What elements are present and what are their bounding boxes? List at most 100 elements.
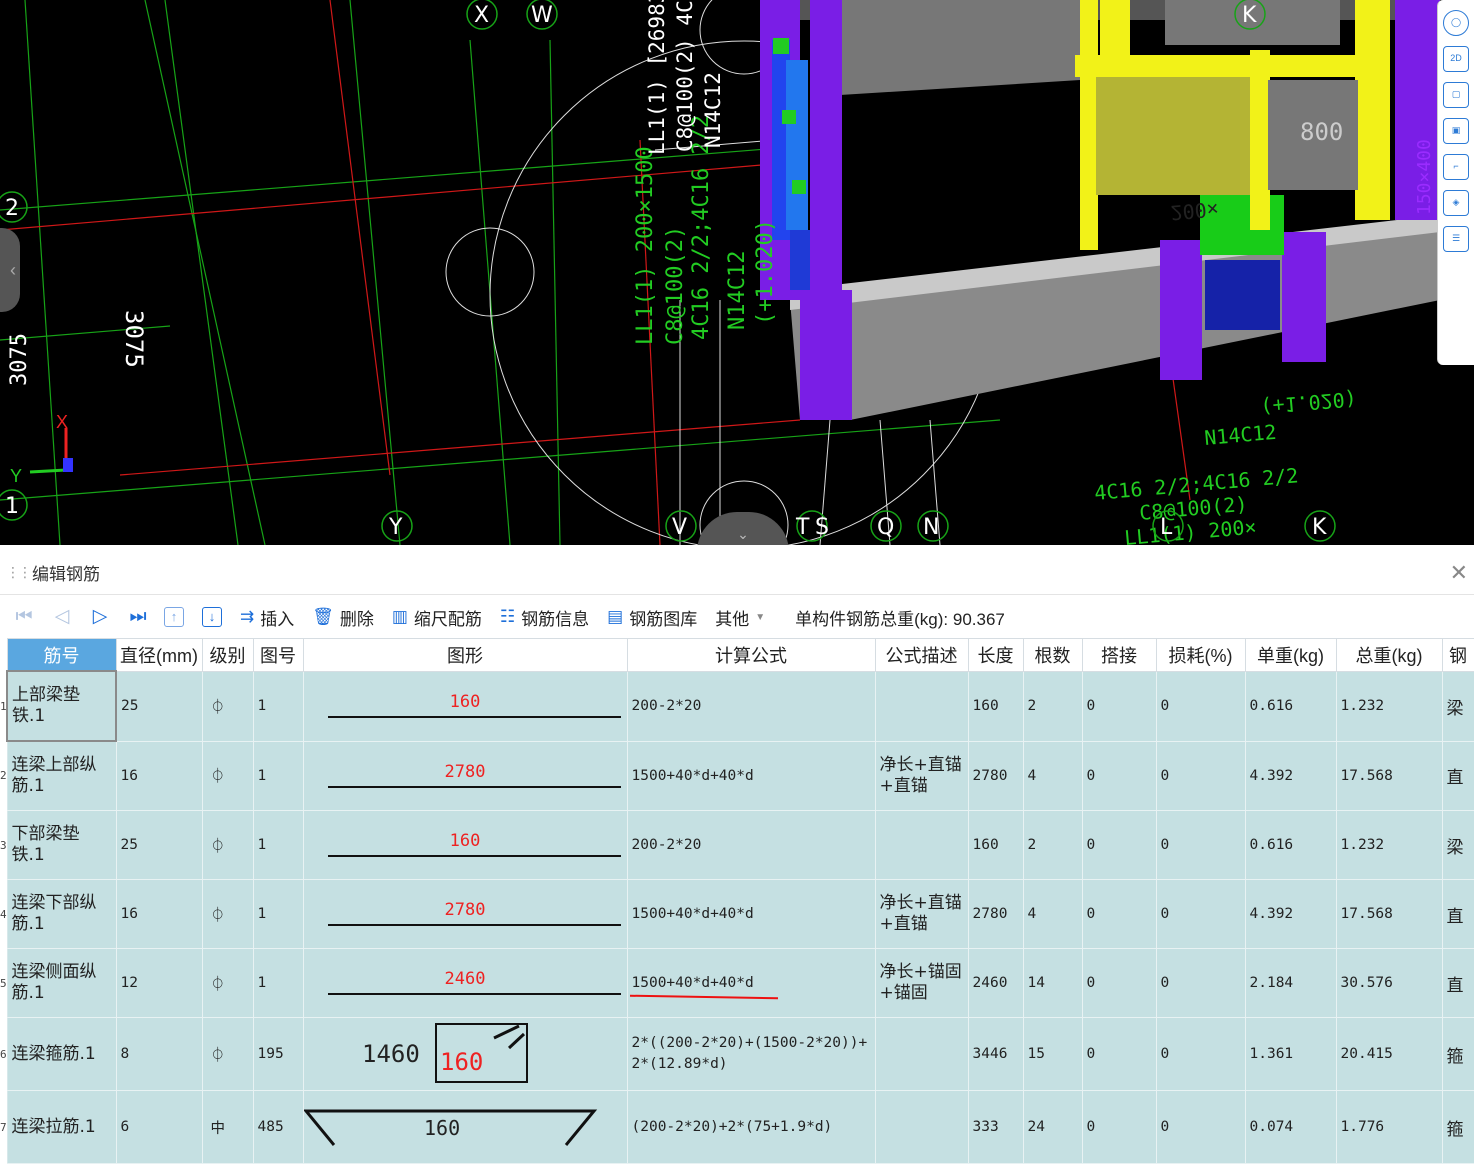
- properties-icon[interactable]: ☰: [1443, 226, 1469, 252]
- cell-total-weight[interactable]: 30.576: [1335, 948, 1443, 1018]
- cell-length[interactable]: 2460: [967, 948, 1024, 1018]
- column-header[interactable]: 搭接: [1081, 638, 1157, 672]
- column-header[interactable]: 筋号: [6, 638, 117, 672]
- cell-total-weight[interactable]: 17.568: [1335, 740, 1443, 811]
- cell-total-weight[interactable]: 1.232: [1335, 670, 1443, 742]
- cell-shape[interactable]: 160: [302, 810, 628, 880]
- table-row[interactable]: 6 连梁箍筋.1 8 ⏀ 195 1460 160 2*((200-2*20)+(1500-2…: [0, 1017, 1474, 1091]
- cell-loss[interactable]: 0: [1155, 879, 1246, 949]
- table-row[interactable]: 3 下部梁垫铁.1 25 ⏀ 1 160 200-2*20 160 2 0 0 0.616 1.232 梁: [0, 810, 1474, 880]
- cell-lap[interactable]: 0: [1081, 740, 1157, 811]
- cell-bar-type[interactable]: 直: [1441, 948, 1474, 1018]
- cell-formula[interactable]: 1500+40*d+40*d: [626, 740, 876, 811]
- column-header[interactable]: 长度: [967, 638, 1024, 672]
- other-dropdown[interactable]: 其他 ▼: [715, 605, 765, 630]
- cell-length[interactable]: 160: [967, 670, 1024, 742]
- cad-viewport[interactable]: LL1(1) 200×1500 C8@100(2) 4C16 2/2;4C16 …: [0, 0, 1474, 545]
- cell-count[interactable]: 2: [1022, 810, 1083, 880]
- column-header[interactable]: 根数: [1022, 638, 1083, 672]
- orbit-icon[interactable]: ◯: [1443, 10, 1469, 36]
- view-icon[interactable]: ⌐: [1443, 154, 1469, 180]
- cell-grade[interactable]: ⏀: [201, 879, 254, 949]
- cell-count[interactable]: 4: [1022, 879, 1083, 949]
- column-header[interactable]: 图形: [302, 638, 628, 672]
- cell-bar-type[interactable]: 梁: [1441, 670, 1474, 742]
- cell-bar-name[interactable]: 连梁下部纵筋.1: [6, 879, 117, 949]
- cell-figure-no[interactable]: 195: [252, 1017, 304, 1091]
- column-header[interactable]: 单重(kg): [1244, 638, 1337, 672]
- column-header[interactable]: 图号: [252, 638, 304, 672]
- cell-formula[interactable]: 2*((200-2*20)+(1500-2*20))+2*(12.89*d): [626, 1017, 876, 1091]
- cell-lap[interactable]: 0: [1081, 670, 1157, 742]
- close-icon[interactable]: ✕: [1450, 560, 1468, 586]
- cell-bar-name[interactable]: 上部梁垫铁.1: [6, 670, 117, 742]
- scale-rebar-button[interactable]: ▥ 缩尺配筋: [392, 605, 482, 630]
- cell-length[interactable]: 160: [967, 810, 1024, 880]
- column-header[interactable]: 公式描述: [874, 638, 969, 672]
- cell-unit-weight[interactable]: 4.392: [1244, 740, 1337, 811]
- cell-total-weight[interactable]: 20.415: [1335, 1017, 1443, 1091]
- cell-bar-name[interactable]: 下部梁垫铁.1: [6, 810, 117, 880]
- cell-loss[interactable]: 0: [1155, 948, 1246, 1018]
- cell-figure-no[interactable]: 1: [252, 879, 304, 949]
- cell-grade[interactable]: ⏀: [201, 1017, 254, 1091]
- insert-button[interactable]: ⇉ 插入: [240, 605, 294, 630]
- cell-unit-weight[interactable]: 0.616: [1244, 810, 1337, 880]
- cell-length[interactable]: 2780: [967, 740, 1024, 811]
- cell-shape[interactable]: 160: [302, 670, 628, 742]
- cell-count[interactable]: 4: [1022, 740, 1083, 811]
- column-header[interactable]: 损耗(%): [1155, 638, 1246, 672]
- cell-count[interactable]: 14: [1022, 948, 1083, 1018]
- cell-count[interactable]: 15: [1022, 1017, 1083, 1091]
- column-header[interactable]: 钢: [1441, 638, 1474, 672]
- drag-handle-icon[interactable]: ⋮⋮: [6, 564, 32, 581]
- cell-unit-weight[interactable]: 1.361: [1244, 1017, 1337, 1091]
- cell-bar-name[interactable]: 连梁上部纵筋.1: [6, 740, 117, 811]
- cell-loss[interactable]: 0: [1155, 810, 1246, 880]
- 2d-icon[interactable]: 2D: [1443, 46, 1469, 72]
- cell-bar-type[interactable]: 直: [1441, 740, 1474, 811]
- cell-diameter[interactable]: 16: [115, 740, 203, 811]
- cell-total-weight[interactable]: 1.232: [1335, 810, 1443, 880]
- next-record-icon[interactable]: ▷: [86, 603, 114, 631]
- rebar-info-button[interactable]: ☷ 钢筋信息: [500, 605, 589, 630]
- cell-loss[interactable]: 0: [1155, 1017, 1246, 1091]
- cell-length[interactable]: 2780: [967, 879, 1024, 949]
- cell-diameter[interactable]: 25: [115, 810, 203, 880]
- rebar-library-button[interactable]: ▤ 钢筋图库: [607, 605, 697, 630]
- first-record-icon[interactable]: ⏮: [10, 603, 38, 631]
- cell-formula-desc[interactable]: [874, 1017, 969, 1091]
- cell-formula-desc[interactable]: [874, 670, 969, 742]
- cell-formula[interactable]: 1500+40*d+40*d: [626, 879, 876, 949]
- cell-formula-desc[interactable]: [874, 810, 969, 880]
- column-header[interactable]: 直径(mm): [115, 638, 203, 672]
- column-header[interactable]: 计算公式: [626, 638, 876, 672]
- cell-lap[interactable]: 0: [1081, 1017, 1157, 1091]
- 3d-cube-icon[interactable]: ▣: [1443, 118, 1469, 144]
- prev-record-icon[interactable]: ◁: [48, 603, 76, 631]
- last-record-icon[interactable]: ⏭: [124, 603, 152, 631]
- move-down-icon[interactable]: ↓: [202, 607, 222, 627]
- 3d-box-icon[interactable]: ▢: [1443, 82, 1469, 108]
- cell-formula[interactable]: 1500+40*d+40*d: [626, 948, 876, 1018]
- cell-shape[interactable]: 1460 160: [302, 1017, 628, 1091]
- cell-grade[interactable]: ⏀: [201, 670, 254, 742]
- cell-diameter[interactable]: 12: [115, 948, 203, 1018]
- column-header[interactable]: 级别: [201, 638, 254, 672]
- cell-count[interactable]: 2: [1022, 670, 1083, 742]
- cell-formula-desc[interactable]: 净长+直锚+直锚: [874, 879, 969, 949]
- cell-unit-weight[interactable]: 0.616: [1244, 670, 1337, 742]
- table-row[interactable]: 4 连梁下部纵筋.1 16 ⏀ 1 2780 1500+40*d+40*d 净长+直锚+直锚 2…: [0, 879, 1474, 949]
- cell-bar-type[interactable]: 箍: [1441, 1017, 1474, 1091]
- cell-lap[interactable]: 0: [1081, 948, 1157, 1018]
- cell-length[interactable]: 3446: [967, 1017, 1024, 1091]
- table-row[interactable]: 2 连梁上部纵筋.1 16 ⏀ 1 2780 1500+40*d+40*d 净长+直锚+直锚 2…: [0, 740, 1474, 811]
- cell-bar-name[interactable]: 连梁箍筋.1: [6, 1017, 117, 1091]
- cell-shape[interactable]: 2460: [302, 948, 628, 1018]
- cell-grade[interactable]: ⏀: [201, 810, 254, 880]
- cell-diameter[interactable]: 16: [115, 879, 203, 949]
- cell-figure-no[interactable]: 1: [252, 948, 304, 1018]
- table-row[interactable]: 1 上部梁垫铁.1 25 ⏀ 1 160 200-2*20 160 2 0 0 0.616 1.232 梁: [0, 670, 1474, 742]
- cell-unit-weight[interactable]: 2.184: [1244, 948, 1337, 1018]
- delete-button[interactable]: 🗑 删除: [312, 605, 374, 630]
